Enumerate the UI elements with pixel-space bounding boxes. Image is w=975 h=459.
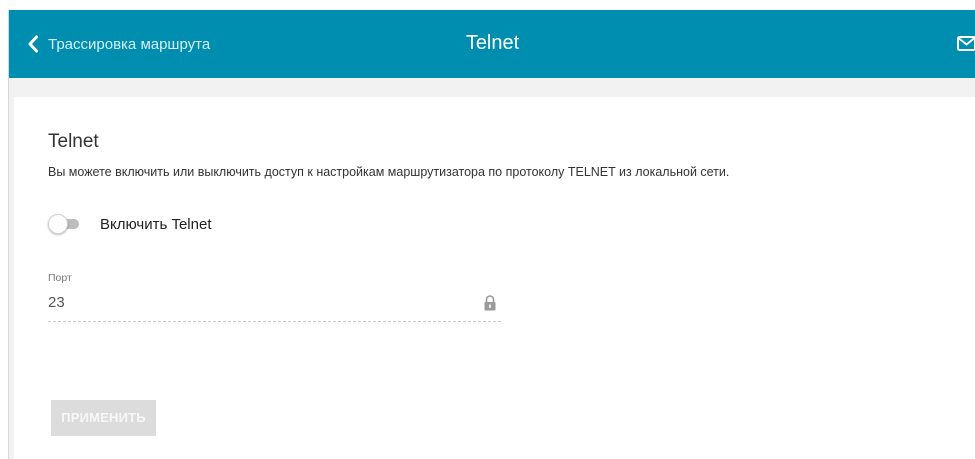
section-title: Telnet <box>48 131 99 152</box>
port-field-label: Порт <box>48 272 72 284</box>
telnet-toggle[interactable] <box>48 214 79 234</box>
port-field: 23 <box>48 287 501 322</box>
header-bar: Трассировка маршрута Telnet <box>9 10 975 78</box>
telnet-toggle-row[interactable]: Включить Telnet <box>48 212 211 236</box>
port-value: 23 <box>48 294 65 311</box>
telnet-toggle-label: Включить Telnet <box>100 215 212 233</box>
section-description: Вы можете включить или выключить доступ … <box>48 165 730 179</box>
content-panel: Telnet Вы можете включить или выключить … <box>14 97 975 459</box>
page-title: Telnet <box>465 32 520 54</box>
app-frame: Трассировка маршрута Telnet Telnet Вы мо… <box>8 10 975 459</box>
apply-button[interactable]: ПРИМЕНИТЬ <box>51 400 156 436</box>
lock-icon <box>484 295 496 311</box>
mail-icon[interactable] <box>957 36 975 51</box>
toggle-knob <box>48 214 68 234</box>
